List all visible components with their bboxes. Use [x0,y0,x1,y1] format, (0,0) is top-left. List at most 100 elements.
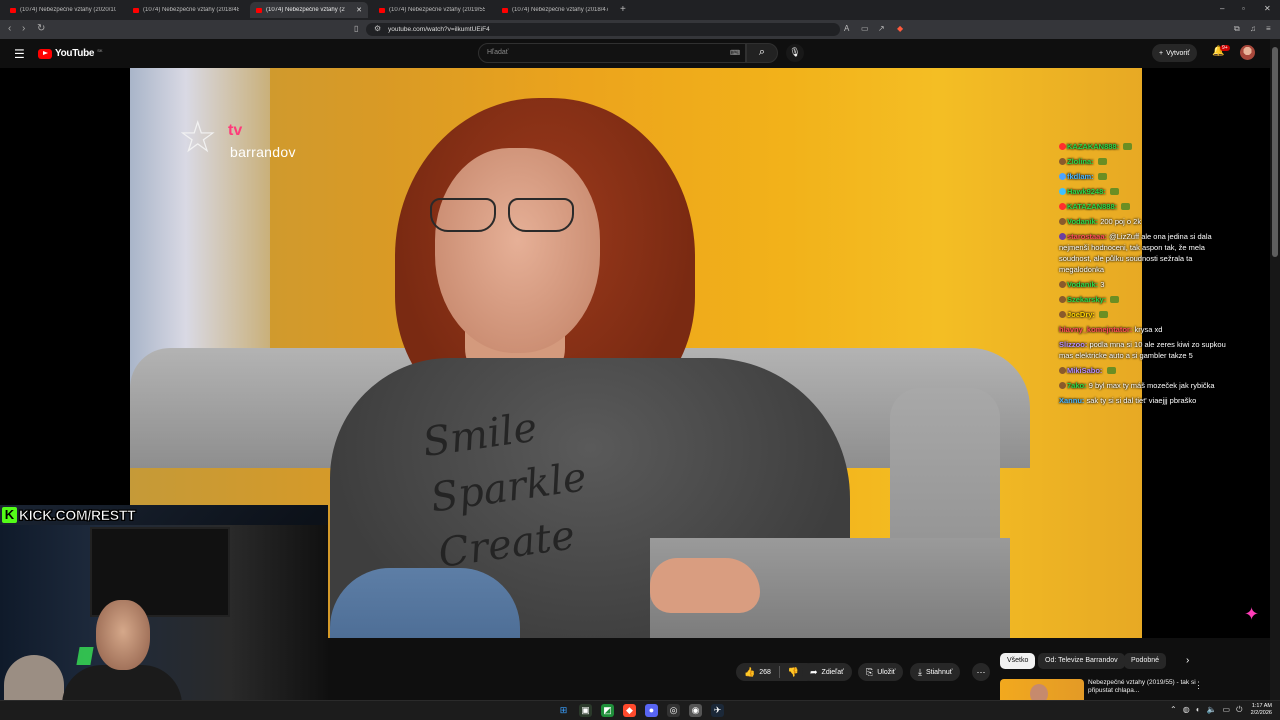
page-scrollbar[interactable] [1270,39,1280,700]
translate-icon[interactable]: A [844,24,849,33]
chat-badge-icon [1059,233,1066,240]
chat-username: KATAZAN888: [1067,202,1118,211]
chat-username: 7ako: [1067,381,1087,390]
chip-related[interactable]: Podobné [1124,653,1167,669]
avatar[interactable] [1240,45,1255,60]
chat-message: Slizzoo: podla mna si 10 ale zeres kiwi … [1059,339,1229,361]
chat-badge-icon [1059,296,1066,303]
site-info-icon[interactable]: ⚙ [374,24,381,33]
brave-browser-icon[interactable]: ◆ [623,704,636,717]
chat-emote-icon [1109,188,1119,195]
chat-text: krysa xd [1134,325,1163,334]
share-button[interactable]: ➦ Zdieľať [802,663,852,681]
download-icon: ⤓ [918,666,922,677]
like-count[interactable]: 268 [759,669,771,676]
chat-message: fkdlam: [1059,171,1229,182]
back-icon[interactable]: ‹ [8,23,11,34]
below-player: 👍 268 👎 ➦ Zdieľať ⎘ Uložiť ⤓ Stiahnuť ⋯ Vše… [328,638,1280,700]
save-button[interactable]: ⎘ Uložiť [858,663,904,681]
new-tab-icon[interactable]: + [620,4,626,15]
chat-badge-icon [1059,311,1066,318]
brave-shield-icon[interactable]: ◆ [897,24,903,33]
browser-tab[interactable]: (1074) Nebezpečné vztahy (2019/55 [373,2,491,18]
chat-badge-icon [1059,158,1066,165]
chat-username: Hawk9248: [1067,187,1106,196]
chat-message: Zlolina: [1059,156,1229,167]
browser-tab[interactable]: (1074) Nebezpečné vztahy (2018/47 [496,2,614,18]
chip-all[interactable]: Všetko [1000,653,1036,669]
browser-menu-icon[interactable]: ≡ [1266,24,1271,33]
share-page-icon[interactable]: ↗ [878,24,885,33]
kick-banner: K KICK.COM/RESTT [2,506,136,524]
like-icon[interactable]: 👍 [744,667,755,678]
dislike-icon[interactable]: 👎 [788,667,799,678]
system-tray: ⌃ ◍ ◐ 🔈 ▭ ⏻ [1170,705,1242,715]
search-input[interactable]: Hľadať [478,43,746,63]
chat-badge-icon [1059,173,1066,180]
microphone-icon: 🎙 [789,47,801,57]
close-tab-icon[interactable]: ✕ [356,6,362,14]
chat-message: Vodanik: 3 [1059,279,1229,290]
more-actions-button[interactable]: ⋯ [972,663,990,681]
recommended-video-thumbnail[interactable] [1000,679,1084,700]
chat-badge-icon [1059,143,1066,150]
shirt-print: Smile Sparkle Create [420,404,590,577]
streamer-head [96,600,150,670]
browser-tab[interactable]: (1074) Nebezpečné vztahy (2020/10 [4,2,122,18]
chat-message: JoeDry: [1059,309,1229,320]
cast-icon[interactable]: ▭ [861,24,869,33]
tray-app-icon[interactable]: ◍ [1183,705,1190,715]
steam-icon[interactable]: ✈ [711,704,724,717]
display-icon[interactable]: ▭ [1223,705,1231,715]
network-icon[interactable]: ◐ [1196,705,1201,715]
app-icon[interactable]: ◩ [601,704,614,717]
more-vert-icon[interactable]: ⋮ [1194,680,1203,691]
url-field[interactable]: youtube.com/watch?v=ilkumtUEiF4 [366,23,840,36]
recommended-video-title[interactable]: Nebezpečné vztahy (2019/55) - tak si při… [1088,679,1198,695]
glasses-lens [430,198,496,232]
notifications-badge: 9+ [1220,45,1230,51]
hamburger-menu-icon[interactable]: ☰ [14,47,25,61]
chip-from-channel[interactable]: Od: Televize Barrandov [1038,653,1125,669]
chat-username: fkdlam: [1067,172,1094,181]
extensions-icon[interactable]: ⧉ [1234,24,1240,34]
browser-tab[interactable]: (1074) Nebezpečné vztahy (2018/48 [127,2,245,18]
terminal-icon[interactable]: ▣ [579,704,592,717]
youtube-logo[interactable]: YouTube SK [38,48,103,59]
obs-icon[interactable]: ◉ [689,704,702,717]
browser-tab-active[interactable]: (1074) Nebezpečné vztahy (2 ✕ [250,2,368,18]
chevron-right-icon[interactable]: › [1186,655,1189,666]
chat-message: starostaaa: @LizZuff ale ona jedina si d… [1059,231,1229,275]
voice-search-button[interactable]: 🎙 [786,44,804,62]
reload-icon[interactable]: ↻ [37,23,45,34]
discord-icon[interactable]: ● [645,704,658,717]
speaker-icon[interactable]: 🔈 [1207,705,1217,715]
chat-message: Szekarsky: [1059,294,1229,305]
chat-username: Vodanik: [1067,217,1099,226]
chat-username: Slizzoo: [1059,340,1088,349]
chat-emote-icon [1097,158,1107,165]
minimize-icon[interactable]: – [1220,4,1224,13]
clock[interactable]: 1:17 AM 2/2/2026 [1242,703,1272,717]
create-button[interactable]: + Vytvoriť [1152,44,1197,62]
address-bar: ‹ › ↻ ▯ youtube.com/watch?v=ilkumtUEiF4 … [0,20,1280,39]
bookmark-save-icon: ⎘ [866,666,874,677]
forward-icon[interactable]: › [22,23,25,34]
chrome-icon[interactable]: ◎ [667,704,680,717]
start-icon[interactable]: ⊞ [557,704,570,717]
keyboard-icon[interactable]: ⌨ [730,49,740,57]
search-button[interactable]: ⌕ [746,43,778,63]
chat-message: MikiSabo: [1059,365,1229,376]
media-icon[interactable]: ♫ [1250,24,1256,33]
chat-emote-icon [1121,203,1131,210]
download-button[interactable]: ⤓ Stiahnuť [910,663,961,681]
close-window-icon[interactable]: ✕ [1264,4,1271,13]
divider [778,666,780,678]
scrollbar-thumb[interactable] [1272,47,1278,257]
chevron-up-icon[interactable]: ⌃ [1170,705,1177,715]
chat-text: 200 poj o 2k [1100,217,1142,226]
maximize-icon[interactable]: ▫ [1242,4,1245,13]
chat-text: sak ty si si dal tiet' viaejjj pbraško [1086,396,1197,405]
bookmark-icon[interactable]: ▯ [354,24,358,33]
youtube-header: ☰ YouTube SK Hľadať ⌨ ⌕ 🎙 + Vytvoriť 🔔 9+ [0,39,1280,68]
